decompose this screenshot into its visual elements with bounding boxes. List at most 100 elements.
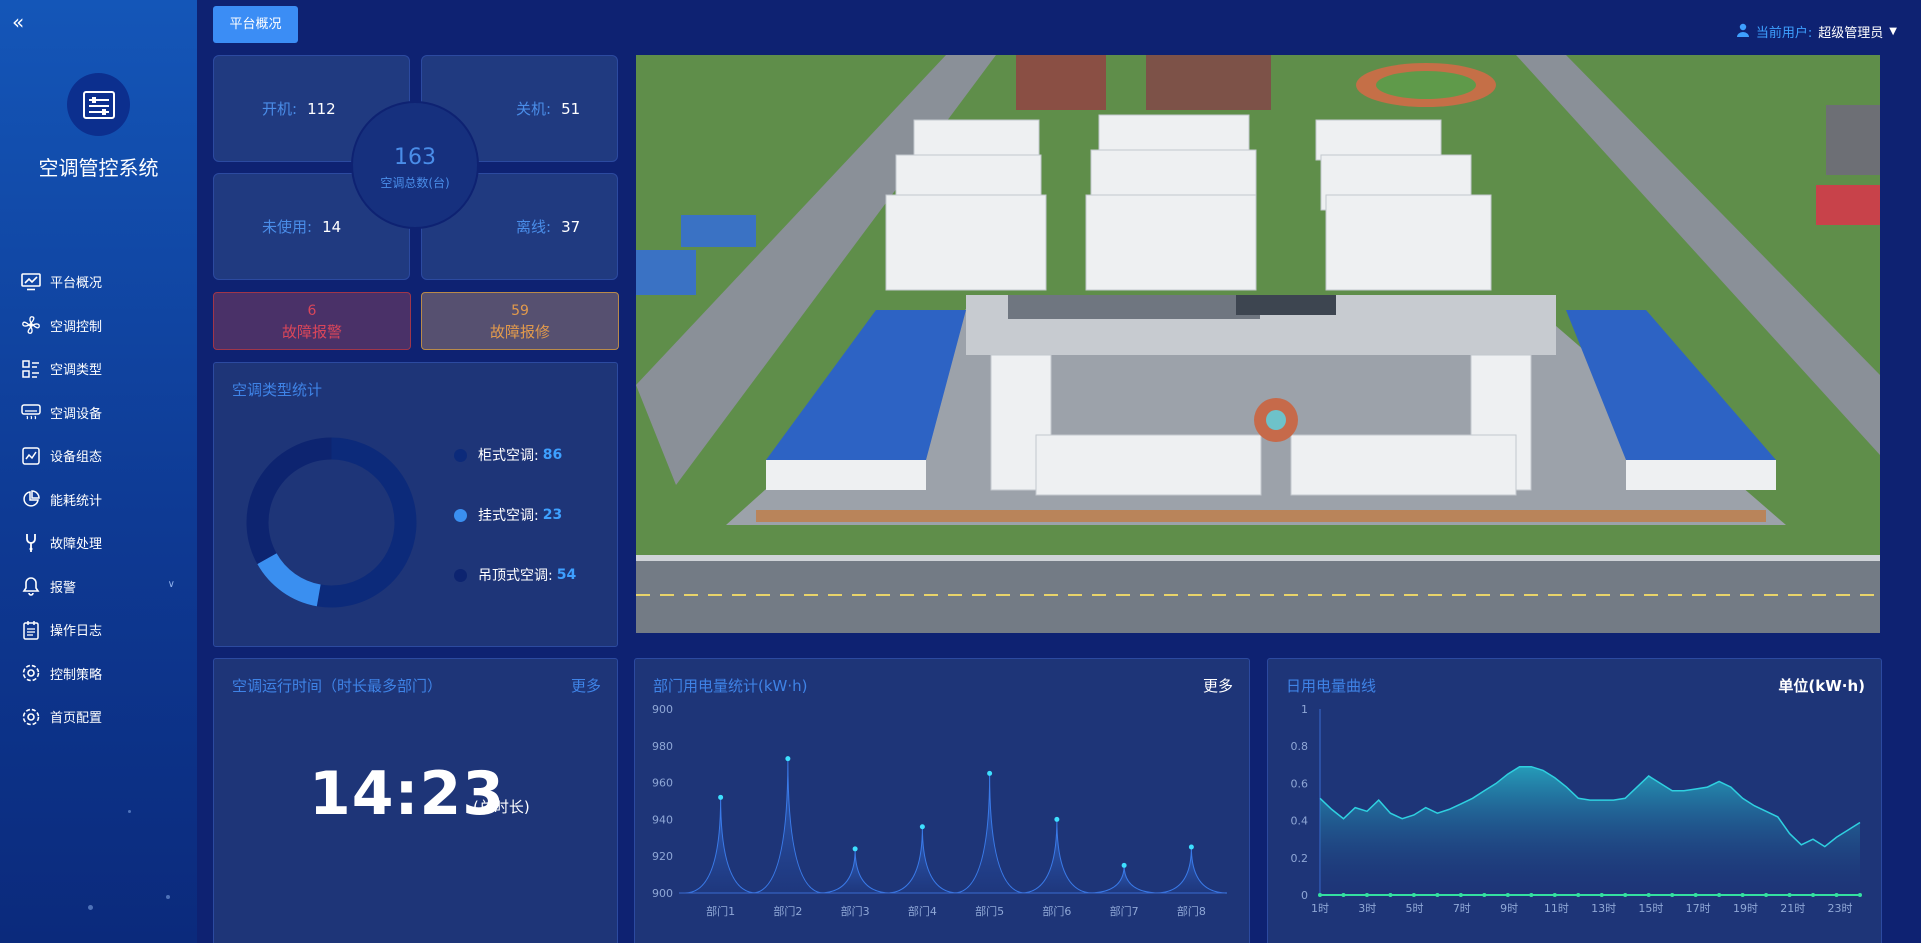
dept-power-more-link[interactable]: 更多 [1203, 675, 1233, 696]
y-tick-label: 900 [652, 703, 673, 716]
monitor-chart-icon [20, 271, 42, 293]
stat-on-value: 112 [307, 99, 336, 118]
collapse-sidebar-icon[interactable]: « [12, 10, 36, 34]
x-tick-label: 17时 [1686, 902, 1711, 915]
x-tick-label: 部门1 [706, 904, 735, 918]
x-tick-label: 7时 [1453, 902, 1471, 915]
dept-point [987, 770, 993, 776]
nav-item-operation-log[interactable]: 操作日志 [0, 608, 197, 652]
dept-point [785, 756, 791, 762]
total-ac-label: 空调总数(台) [380, 176, 450, 190]
legend-swatch [454, 568, 467, 582]
panel-title: 空调运行时间（时长最多部门） [232, 677, 443, 695]
panel-title: 日用电量曲线 [1286, 677, 1377, 695]
ac-type-donut-chart [246, 437, 417, 608]
nav-label: 报警 [50, 580, 77, 596]
dept-spike [886, 826, 959, 894]
total-ac-value: 163 [394, 145, 436, 170]
fault-alarm-button[interactable]: 6 故障报警 [213, 292, 411, 350]
dept-point [1121, 862, 1127, 868]
stat-offline-value: 37 [561, 217, 581, 236]
nav-item-ac-type[interactable]: 空调类型 [0, 347, 197, 391]
decor-dot [128, 810, 131, 813]
donut-slice [246, 437, 332, 565]
fault-repair-button[interactable]: 59 故障报修 [421, 292, 619, 350]
dept-power-panel: 部门用电量统计(kW·h) 更多 900 920 940 960 980 900 部门1 部门… [634, 658, 1250, 943]
stat-on-label: 开机: [262, 100, 298, 118]
nav-item-ac-control[interactable]: 空调控制 [0, 304, 197, 348]
x-tick-label: 部门7 [1110, 904, 1139, 918]
sidebar: « 空调管控系统 平台概况 空调控制 空调类型 空调设备 设备组态 能耗统计 故… [0, 0, 197, 943]
zero-point [1318, 893, 1322, 897]
nav-item-control-strategy[interactable]: 控制策略 [0, 652, 197, 696]
x-tick-label: 部门4 [908, 904, 937, 918]
runtime-suffix: (总时长) [473, 798, 530, 816]
current-user[interactable]: 当前用户: 超级管理员 ▼ [1736, 22, 1897, 41]
x-tick-label: 21时 [1780, 902, 1805, 915]
y-tick-label: 900 [652, 887, 673, 900]
nav-label: 平台概况 [50, 276, 103, 292]
ac-type-stats-panel: 空调类型统计 柜式空调: 86 挂式空调: 23 吊顶式空调: 54 [213, 362, 618, 647]
dept-spike [953, 773, 1026, 894]
nav-item-energy-stats[interactable]: 能耗统计 [0, 478, 197, 522]
zero-point [1717, 893, 1722, 897]
bell-icon [20, 575, 42, 597]
nav-label: 故障处理 [50, 537, 103, 553]
zero-point [1552, 893, 1557, 897]
x-tick-label: 部门5 [975, 904, 1004, 918]
user-label: 当前用户: [1755, 26, 1813, 41]
nav-item-fault-handling[interactable]: 故障处理 [0, 521, 197, 565]
fault-repair-label: 故障报修 [489, 323, 550, 341]
x-tick-label: 5时 [1406, 902, 1424, 915]
dept-point [919, 824, 925, 830]
zero-point [1576, 893, 1581, 897]
gear-icon [20, 706, 42, 728]
x-tick-label: 11时 [1544, 902, 1569, 915]
tab-platform-overview[interactable]: 平台概况 [213, 6, 298, 43]
legend-value: 54 [556, 567, 577, 583]
nav-item-home-config[interactable]: 首页配置 [0, 695, 197, 739]
zero-point [1435, 893, 1440, 897]
zero-point [1646, 893, 1651, 897]
runtime-more-link[interactable]: 更多 [571, 675, 601, 696]
nav-item-alarm[interactable]: 报警 ∨ [0, 565, 197, 609]
x-tick-label: 部门6 [1042, 904, 1071, 918]
nav-item-device-config[interactable]: 设备组态 [0, 434, 197, 478]
y-tick-label: 0.8 [1291, 740, 1309, 753]
zero-point [1482, 893, 1487, 897]
park-aerial-image [636, 55, 1880, 633]
dept-power-chart: 900 920 940 960 980 900 部门1 部门2 部门3 部门4 部门5 部门6 部门7 部… [652, 703, 1228, 918]
y-tick-label: 0.4 [1291, 815, 1309, 828]
dept-point [1188, 844, 1194, 850]
nav-label: 空调类型 [50, 363, 103, 379]
zero-point [1364, 893, 1369, 897]
nav-label: 首页配置 [50, 711, 103, 727]
stat-unused-label: 未使用: [262, 218, 313, 236]
zero-point [1341, 893, 1346, 897]
zero-point [1693, 893, 1698, 897]
stat-off-value: 51 [561, 99, 581, 118]
zero-point [1388, 893, 1393, 897]
y-tick-label: 920 [652, 850, 673, 863]
runtime-value: 14:23 [309, 759, 505, 829]
chevron-down-icon[interactable]: ▼ [1889, 26, 1897, 37]
x-tick-label: 9时 [1500, 902, 1518, 915]
dept-point [718, 794, 724, 800]
sidebar-nav: 平台概况 空调控制 空调类型 空调设备 设备组态 能耗统计 故障处理 报警 ∨ … [0, 260, 197, 739]
y-tick-label: 0.2 [1291, 852, 1309, 865]
nav-label: 操作日志 [50, 624, 103, 640]
donut-slice [316, 437, 417, 608]
legend-cabinet: 柜式空调: 86 [454, 445, 562, 465]
chevron-down-icon[interactable]: ∨ [168, 579, 175, 590]
user-icon [1736, 23, 1750, 41]
nav-label: 空调设备 [50, 406, 103, 422]
decor-dot [88, 905, 93, 910]
zero-point [1599, 893, 1604, 897]
x-tick-label: 15时 [1638, 902, 1663, 915]
x-tick-label: 1时 [1311, 902, 1329, 915]
nav-item-ac-device[interactable]: 空调设备 [0, 391, 197, 435]
pie-chart-icon [20, 488, 42, 510]
zero-point [1834, 893, 1839, 897]
nav-item-platform-overview[interactable]: 平台概况 [0, 260, 197, 304]
fault-alarm-count: 6 [307, 303, 317, 319]
